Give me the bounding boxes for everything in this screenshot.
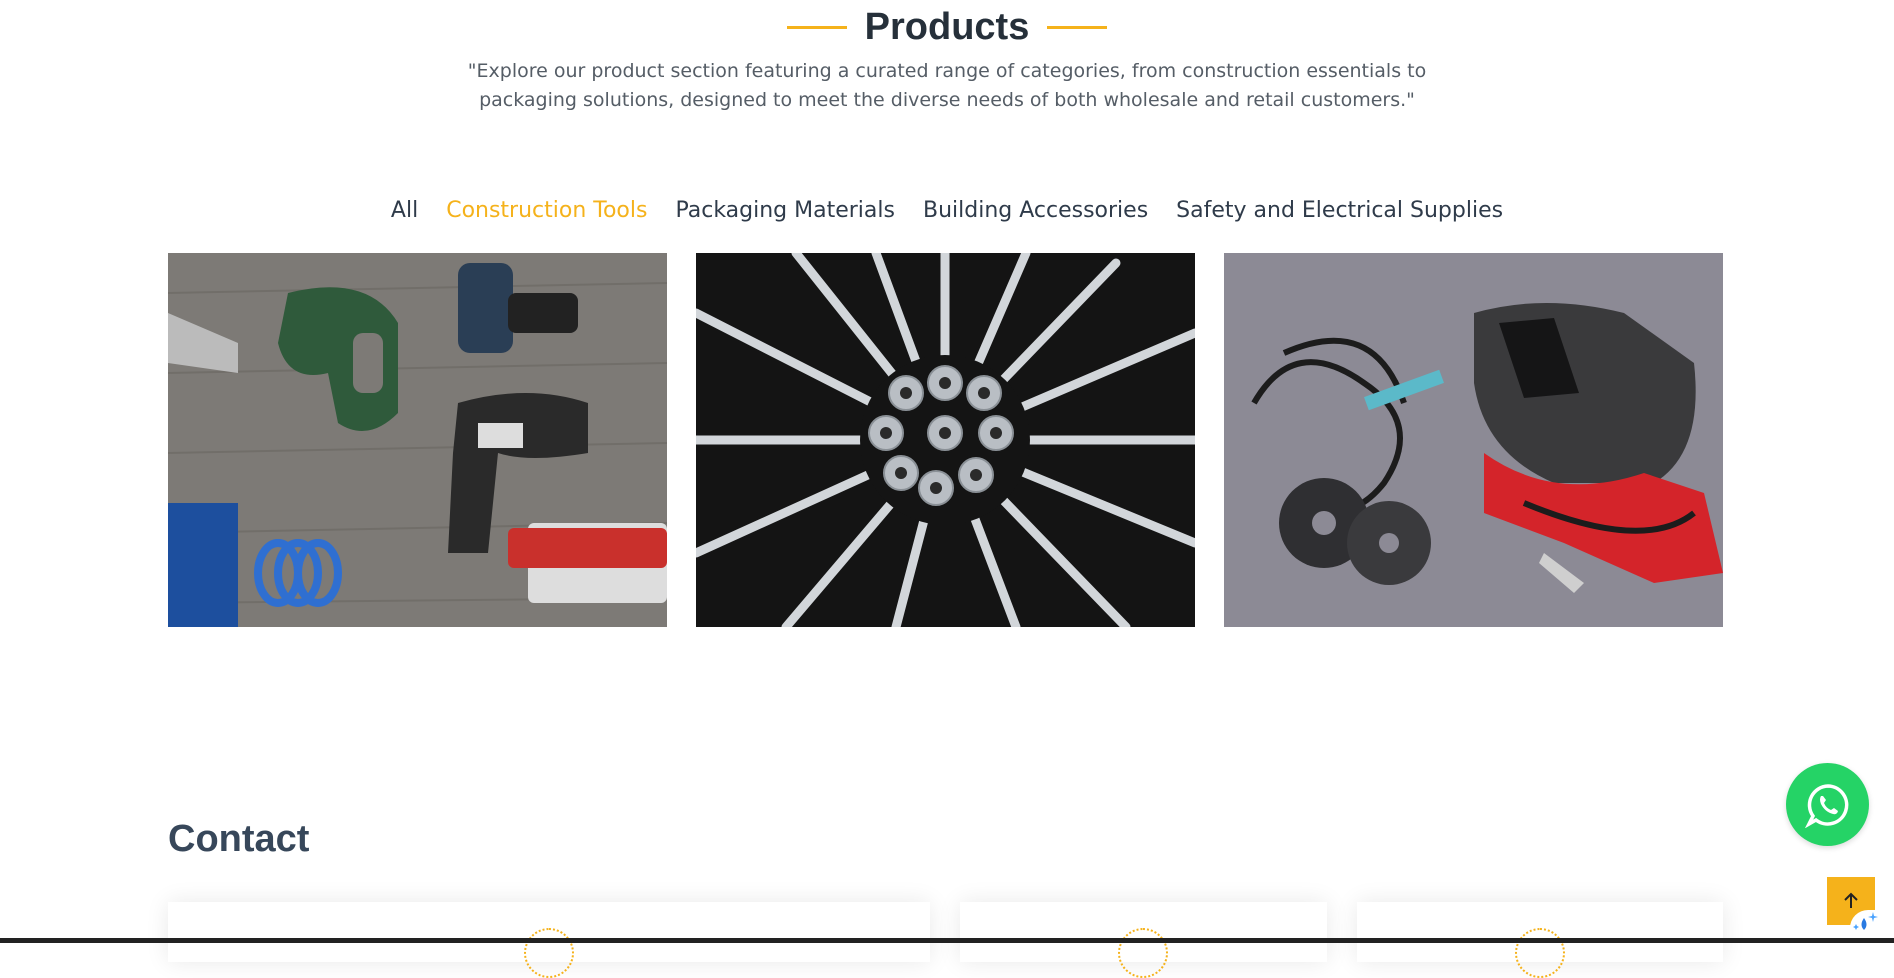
contact-title: Contact [168, 818, 310, 860]
filter-safety-electrical-supplies[interactable]: Safety and Electrical Supplies [1162, 193, 1517, 229]
filter-building-accessories[interactable]: Building Accessories [909, 193, 1162, 229]
section-title-row: Products [0, 4, 1894, 50]
window-bottom-edge [0, 938, 1894, 943]
screws-washers-image [696, 253, 1195, 627]
title-decorative-line-left [786, 25, 847, 29]
contact-info-box-phone [1357, 902, 1723, 978]
product-card-screws[interactable] [696, 253, 1195, 627]
filter-all[interactable]: All [377, 193, 432, 229]
power-tools-image [168, 253, 667, 627]
product-card-welding[interactable] [1224, 253, 1723, 627]
arrow-up-icon [1844, 892, 1858, 908]
phone-icon-ring [1515, 928, 1565, 978]
title-decorative-line-right [1047, 25, 1108, 29]
address-icon-ring [524, 928, 574, 978]
contact-info-box-email [960, 902, 1327, 978]
contact-info-box-address [168, 902, 930, 978]
filter-construction-tools[interactable]: Construction Tools [432, 193, 661, 229]
filter-packaging-materials[interactable]: Packaging Materials [661, 193, 909, 229]
email-icon-ring [1118, 928, 1168, 978]
product-card-power-tools[interactable] [168, 253, 667, 627]
products-description: "Explore our product section featuring a… [467, 60, 1427, 111]
sparkle-drop-icon [1853, 912, 1878, 930]
products-title: Products [864, 6, 1030, 48]
product-gallery [168, 253, 1723, 627]
whatsapp-icon [1804, 783, 1848, 828]
whatsapp-button[interactable] [1786, 763, 1869, 846]
product-filters: All Construction Tools Packaging Materia… [0, 193, 1894, 229]
welding-equipment-image [1224, 253, 1723, 627]
